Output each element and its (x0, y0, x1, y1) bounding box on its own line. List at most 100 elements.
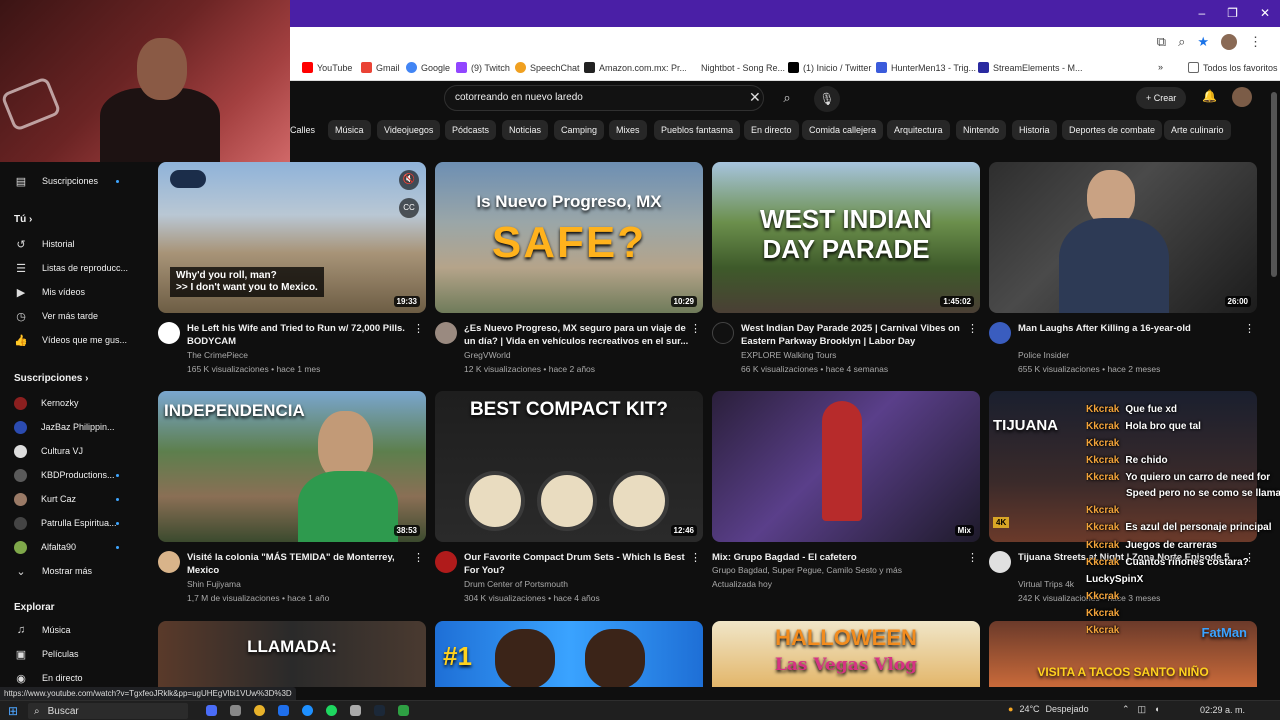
bookmark-twitch[interactable]: (9) Twitch (456, 62, 510, 73)
bookmark-nightbot[interactable]: Nightbot - Song Re... (686, 62, 785, 73)
video-thumbnail[interactable]: HALLOWEEN Las Vegas Vlog (712, 621, 980, 687)
sidebar-item-history[interactable]: ↺ Historial (14, 234, 74, 254)
star-icon[interactable]: ★ (1197, 34, 1209, 50)
more-options-icon[interactable]: ⋮ (690, 322, 701, 335)
video-thumbnail[interactable]: Is Nuevo Progreso, MX SAFE? 10:29 (435, 162, 703, 313)
chip-comida-callejera[interactable]: Comida callejera (802, 120, 884, 140)
chip-en-directo[interactable]: En directo (744, 120, 799, 140)
video-card[interactable]: 26:00 Man Laughs After Killing a 16-year… (989, 162, 1257, 382)
taskbar-app-icon[interactable] (278, 705, 289, 716)
chip-arquitectura[interactable]: Arquitectura (887, 120, 950, 140)
channel-name[interactable]: The CrimePiece (187, 350, 248, 360)
sidebar-sub-channel[interactable]: Kernozky (14, 393, 79, 413)
video-title[interactable]: Mix: Grupo Bagdad - El cafetero (712, 551, 942, 564)
chip-calles[interactable]: Calles (290, 120, 322, 140)
chip-pueblos-fantasma[interactable]: Pueblos fantasma (654, 120, 741, 140)
taskbar-app-icon[interactable] (230, 705, 241, 716)
notifications-bell-icon[interactable]: 🔔 (1202, 89, 1217, 103)
sidebar-sub-channel[interactable]: JazBaz Philippin... (14, 417, 115, 437)
video-card[interactable]: HALLOWEEN Las Vegas Vlog (712, 621, 980, 687)
video-card[interactable]: LLAMADA: (158, 621, 426, 687)
video-card[interactable]: 🔇 CC Why'd you roll, man? >> I don't wan… (158, 162, 426, 382)
channel-avatar[interactable] (158, 551, 180, 573)
you-section-header[interactable]: Tú › (14, 214, 32, 225)
more-options-icon[interactable]: ⋮ (1244, 322, 1255, 335)
channel-avatar[interactable] (989, 322, 1011, 344)
chrome-icon[interactable] (254, 705, 265, 716)
sidebar-item-liked-videos[interactable]: 👍 Vídeos que me gus... (14, 330, 127, 350)
sidebar-sub-channel[interactable]: Patrulla Espiritua... (14, 513, 117, 533)
bookmark-youtube[interactable]: YouTube (302, 62, 352, 73)
taskbar-app-icon[interactable] (206, 705, 217, 716)
video-thumbnail[interactable]: 26:00 (989, 162, 1257, 313)
video-title[interactable]: Visité la colonia "MÁS TEMIDA" de Monter… (187, 551, 417, 577)
channel-name[interactable]: Virtual Trips 4k (1018, 579, 1074, 589)
video-title[interactable]: West Indian Day Parade 2025 | Carnival V… (741, 322, 971, 348)
chip-nintendo[interactable]: Nintendo (956, 120, 1007, 140)
video-title[interactable]: Man Laughs After Killing a 16-year-old (1018, 322, 1248, 335)
channel-name[interactable]: GregVWorld (464, 350, 511, 360)
bookmark-amazon[interactable]: Amazon.com.mx: Pr... (584, 62, 687, 73)
chip-podcasts[interactable]: Pódcasts (445, 120, 497, 140)
video-thumbnail[interactable]: WEST INDIAN DAY PARADE 1:45:02 (712, 162, 980, 313)
video-thumbnail[interactable]: INDEPENDENCIA 38:53 (158, 391, 426, 542)
chip-mixes[interactable]: Mixes (609, 120, 647, 140)
channel-name[interactable]: Shin Fujiyama (187, 579, 241, 589)
chip-camping[interactable]: Camping (554, 120, 605, 140)
video-card[interactable]: Mix Mix: Grupo Bagdad - El cafetero Grup… (712, 391, 980, 611)
search-input[interactable] (455, 92, 705, 103)
subscriptions-section-header[interactable]: Suscripciones › (14, 373, 88, 384)
chip-musica[interactable]: Música (328, 120, 371, 140)
channel-avatar[interactable] (712, 322, 734, 344)
search-button[interactable]: ⌕ (774, 86, 800, 112)
bookmark-google[interactable]: Google (406, 62, 450, 73)
sidebar-item-music[interactable]: ♫ Música (14, 620, 71, 640)
create-button[interactable]: + Crear (1136, 87, 1187, 109)
video-card[interactable]: #1 (435, 621, 703, 687)
bookmark-speechchat[interactable]: SpeechChat (515, 62, 580, 73)
settings-icon[interactable] (350, 705, 361, 716)
taskbar-search[interactable]: ⌕ Buscar (28, 703, 188, 719)
channel-name[interactable]: Grupo Bagdad, Super Pegue, Camilo Sesto … (712, 565, 902, 575)
page-scrollbar[interactable] (1271, 92, 1277, 277)
bookmark-twitter[interactable]: (1) Inicio / Twitter (788, 62, 871, 73)
video-card[interactable]: WEST INDIAN DAY PARADE 1:45:02 West Indi… (712, 162, 980, 382)
video-title[interactable]: He Left his Wife and Tried to Run w/ 72,… (187, 322, 417, 348)
show-more-button[interactable]: ⌄ Mostrar más (14, 561, 92, 581)
more-options-icon[interactable]: ⋮ (967, 551, 978, 564)
volume-icon[interactable]: ◖ (1154, 704, 1159, 715)
chip-deportes-de-combate[interactable]: Deportes de combate (1062, 120, 1163, 140)
profile-avatar[interactable] (1221, 34, 1237, 50)
more-options-icon[interactable]: ⋮ (413, 322, 424, 335)
account-avatar[interactable] (1232, 87, 1252, 107)
taskbar-clock[interactable]: 02:29 a. m. (1200, 705, 1245, 715)
bookmark-gmail[interactable]: Gmail (361, 62, 400, 73)
zoom-icon[interactable]: ⌕ (1178, 34, 1185, 50)
sidebar-item-watch-later[interactable]: ◷ Ver más tarde (14, 306, 98, 326)
video-card[interactable]: BEST COMPACT KIT? 12:46 Our Favorite Com… (435, 391, 703, 611)
windows-start-icon[interactable]: ⊞ (8, 704, 18, 718)
video-thumbnail[interactable]: Mix (712, 391, 980, 542)
chevron-up-icon[interactable]: ⌃ (1122, 704, 1130, 715)
sidebar-item-playlists[interactable]: ☰ Listas de reproducc... (14, 258, 128, 278)
sidebar-item-subscriptions[interactable]: ▤ Suscripciones (14, 171, 98, 191)
video-thumbnail[interactable]: BEST COMPACT KIT? 12:46 (435, 391, 703, 542)
steam-icon[interactable] (374, 705, 385, 716)
more-options-icon[interactable]: ⋮ (413, 551, 424, 564)
video-card[interactable]: INDEPENDENCIA 38:53 Visité la colonia "M… (158, 391, 426, 611)
network-icon[interactable]: ◫ (1138, 704, 1147, 715)
video-thumbnail[interactable]: LLAMADA: (158, 621, 426, 687)
taskbar-app-icon[interactable] (398, 705, 409, 716)
chip-videojuegos[interactable]: Videojuegos (377, 120, 441, 140)
weather-widget[interactable]: ● 24°C Despejado (1008, 704, 1089, 714)
video-thumbnail[interactable]: 🔇 CC Why'd you roll, man? >> I don't wan… (158, 162, 426, 313)
chip-historia[interactable]: Historia (1012, 120, 1057, 140)
more-options-icon[interactable]: ⋮ (967, 322, 978, 335)
chip-noticias[interactable]: Noticias (502, 120, 549, 140)
sidebar-item-live[interactable]: ◉ En directo (14, 668, 82, 688)
spotify-icon[interactable] (326, 705, 337, 716)
more-bookmarks-button[interactable]: » (1158, 62, 1163, 72)
video-title[interactable]: Our Favorite Compact Drum Sets - Which I… (464, 551, 694, 577)
video-thumbnail[interactable]: #1 (435, 621, 703, 687)
bookmark-streamelements[interactable]: StreamElements - M... (978, 62, 1083, 73)
